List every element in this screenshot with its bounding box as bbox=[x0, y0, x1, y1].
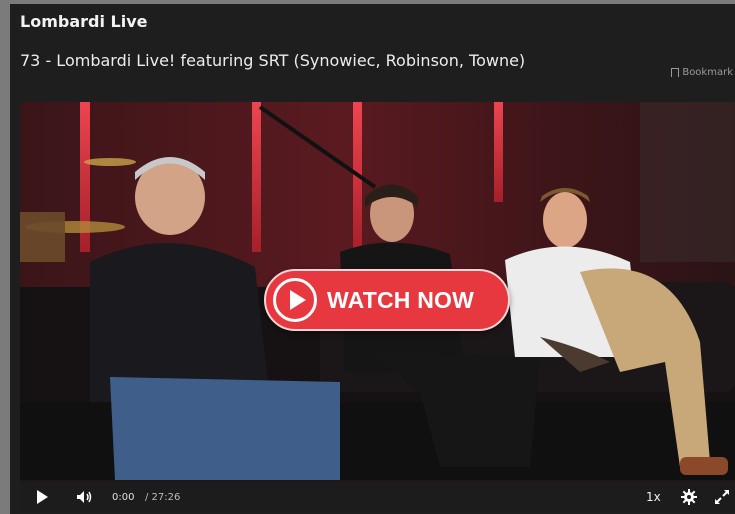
settings-button[interactable] bbox=[681, 482, 697, 512]
watch-now-label: WATCH NOW bbox=[327, 286, 475, 313]
playback-speed-button[interactable]: 1x bbox=[646, 482, 661, 512]
bookmark-icon bbox=[671, 68, 680, 77]
fullscreen-button[interactable] bbox=[714, 482, 730, 512]
expand-icon bbox=[715, 490, 729, 504]
play-button[interactable] bbox=[37, 482, 48, 512]
bookmark-label: Bookmark bbox=[682, 67, 733, 78]
watch-now-button[interactable]: WATCH NOW bbox=[264, 269, 510, 331]
current-time: 0:00 bbox=[112, 491, 135, 503]
play-icon bbox=[37, 490, 48, 504]
volume-icon bbox=[77, 491, 92, 503]
page-frame: Lombardi Live 73 - Lombardi Live! featur… bbox=[10, 4, 735, 514]
episode-title: 73 - Lombardi Live! featuring SRT (Synow… bbox=[20, 51, 526, 70]
player-controls: 0:00 / 27:26 1x bbox=[20, 482, 735, 512]
app-title: Lombardi Live bbox=[20, 12, 148, 31]
total-time: / 27:26 bbox=[145, 491, 181, 503]
play-circle-icon bbox=[273, 278, 317, 322]
gear-icon bbox=[681, 489, 697, 505]
bookmark-link[interactable]: Bookmark bbox=[671, 67, 733, 78]
video-player[interactable]: WATCH NOW 0:00 / 27:26 1x bbox=[20, 102, 735, 512]
volume-button[interactable] bbox=[76, 482, 94, 512]
